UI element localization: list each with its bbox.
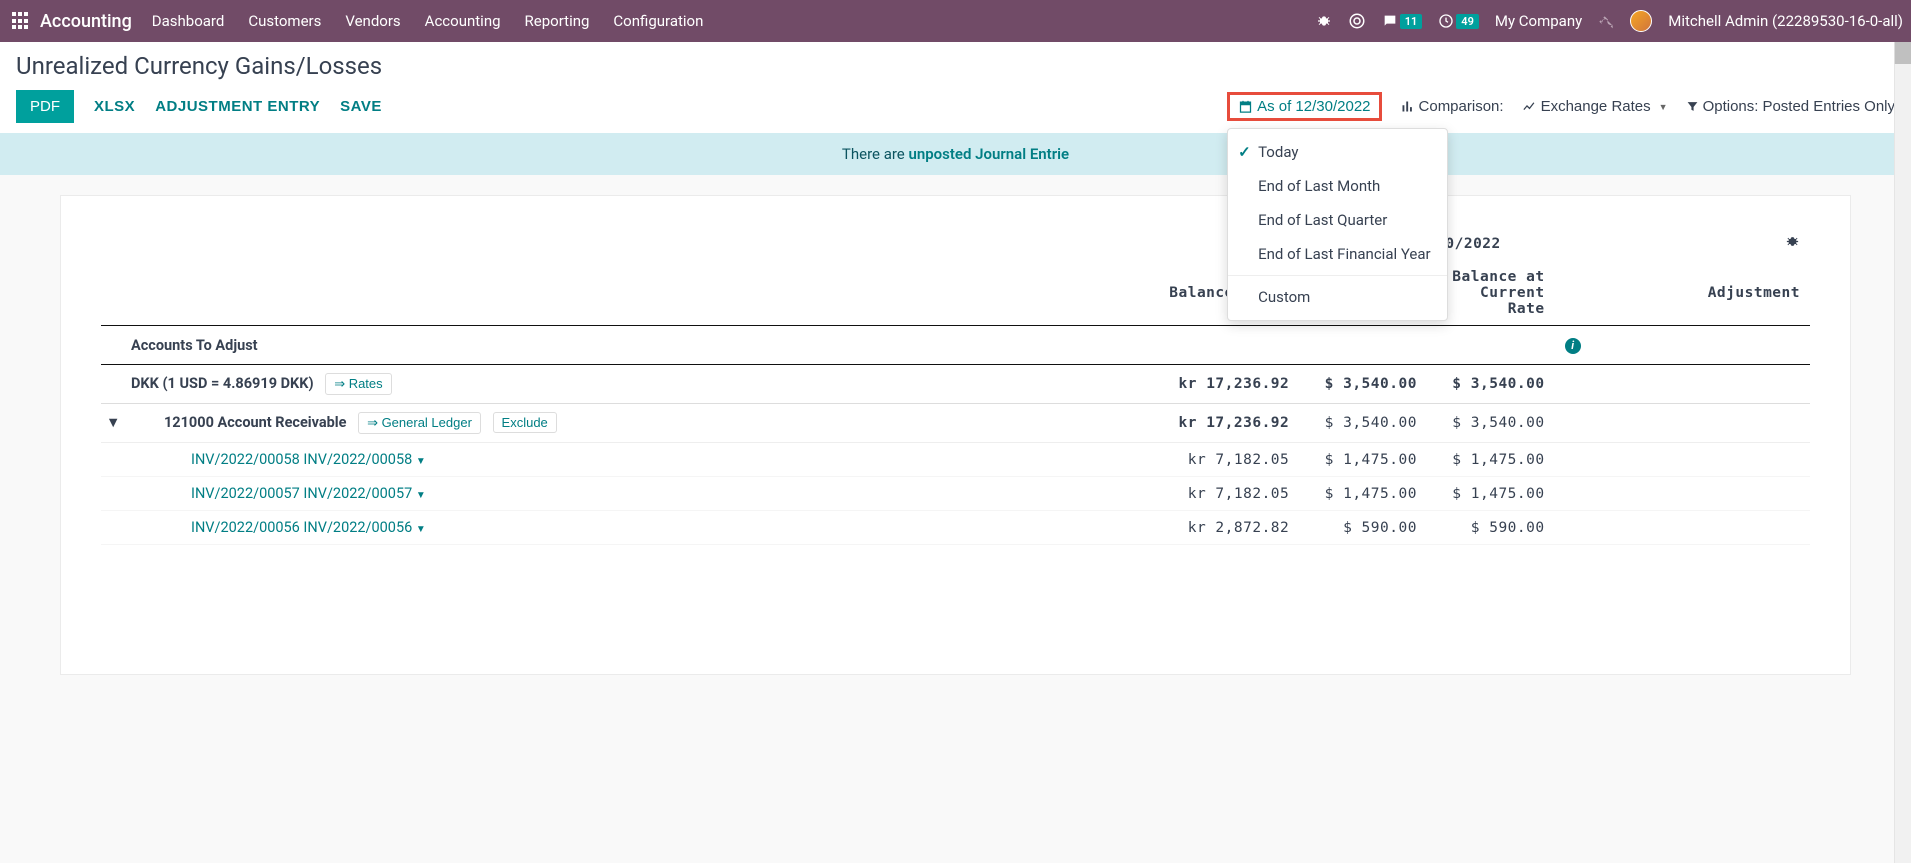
filter-icon xyxy=(1686,100,1699,113)
caret-down-icon[interactable]: ▼ xyxy=(416,456,426,467)
caret-down-icon[interactable]: ▼ xyxy=(416,524,426,535)
invoice-link[interactable]: INV/2022/00056 INV/2022/00056 xyxy=(191,519,412,536)
exchange-rates-label: Exchange Rates xyxy=(1541,98,1651,115)
activities-icon[interactable]: 49 xyxy=(1438,13,1479,29)
detail-balance-fc: kr 7,182.05 xyxy=(1044,443,1299,477)
banner-link[interactable]: unposted Journal Entrie xyxy=(908,145,1069,163)
exclude-button[interactable]: Exclude xyxy=(493,412,557,433)
date-dropdown: Today End of Last Month End of Last Quar… xyxy=(1227,128,1448,321)
nav-item-configuration[interactable]: Configuration xyxy=(613,12,703,30)
nav-menu: Dashboard Customers Vendors Accounting R… xyxy=(152,12,704,30)
rates-button[interactable]: ⇒ Rates xyxy=(325,373,391,395)
account-balance-fc: kr 17,236.92 xyxy=(1044,404,1299,443)
detail-op-rate: $ 1,475.00 xyxy=(1299,443,1427,477)
exchange-rates-filter[interactable]: Exchange Rates xyxy=(1522,98,1668,115)
account-curr-rate: $ 3,540.00 xyxy=(1427,404,1555,443)
toolbar: PDF XLSX ADJUSTMENT ENTRY SAVE As of 12/… xyxy=(16,90,1895,133)
section-accounts-to-adjust: Accounts To Adjust i xyxy=(101,326,1810,365)
nav-item-customers[interactable]: Customers xyxy=(248,12,321,30)
report-table: As of 12/30/2022 Balance in Fo eration R… xyxy=(101,226,1810,545)
dropdown-item-end-last-quarter[interactable]: End of Last Quarter xyxy=(1228,203,1447,237)
company-selector[interactable]: My Company xyxy=(1495,12,1582,30)
dropdown-separator xyxy=(1228,275,1447,276)
tools-icon[interactable] xyxy=(1598,13,1614,29)
as-of-filter[interactable]: As of 12/30/2022 xyxy=(1227,92,1381,121)
currency-op-rate: $ 3,540.00 xyxy=(1299,365,1427,404)
detail-op-rate: $ 590.00 xyxy=(1299,511,1427,545)
currency-label: DKK (1 USD = 4.86919 DKK) xyxy=(131,375,314,392)
line-chart-icon xyxy=(1522,99,1537,114)
bar-chart-icon xyxy=(1400,99,1415,114)
detail-balance-fc: kr 7,182.05 xyxy=(1044,477,1299,511)
scrollbar-thumb[interactable] xyxy=(1894,42,1911,64)
detail-row: INV/2022/00056 INV/2022/00056 ▼ kr 2,872… xyxy=(101,511,1810,545)
detail-balance-fc: kr 2,872.82 xyxy=(1044,511,1299,545)
detail-row: INV/2022/00058 INV/2022/00058 ▼ kr 7,182… xyxy=(101,443,1810,477)
invoice-link[interactable]: INV/2022/00057 INV/2022/00057 xyxy=(191,485,412,502)
support-icon[interactable] xyxy=(1348,12,1366,30)
account-label: 121000 Account Receivable xyxy=(164,414,346,431)
banner-prefix: There are xyxy=(842,145,909,163)
info-banner: There are unposted Journal Entrie xyxy=(0,133,1911,175)
debug-icon[interactable] xyxy=(1785,237,1800,253)
detail-row: INV/2022/00057 INV/2022/00057 ▼ kr 7,182… xyxy=(101,477,1810,511)
brand[interactable]: Accounting xyxy=(40,11,132,32)
user-menu[interactable]: Mitchell Admin (22289530-16-0-all) xyxy=(1668,12,1903,30)
col-adjustment: Adjustment xyxy=(1555,261,1810,326)
account-op-rate: $ 3,540.00 xyxy=(1299,404,1427,443)
info-icon[interactable]: i xyxy=(1565,338,1581,354)
nav-item-dashboard[interactable]: Dashboard xyxy=(152,12,225,30)
nav-item-vendors[interactable]: Vendors xyxy=(345,12,400,30)
detail-op-rate: $ 1,475.00 xyxy=(1299,477,1427,511)
currency-balance-fc: kr 17,236.92 xyxy=(1044,365,1299,404)
messages-badge: 11 xyxy=(1400,14,1423,29)
comparison-filter[interactable]: Comparison: xyxy=(1400,98,1504,115)
page-title: Unrealized Currency Gains/Losses xyxy=(16,52,1895,80)
nav-right: 11 49 My Company Mitchell Admin (2228953… xyxy=(1316,10,1903,32)
page-header: Unrealized Currency Gains/Losses PDF XLS… xyxy=(0,42,1911,133)
nav-item-accounting[interactable]: Accounting xyxy=(425,12,501,30)
detail-curr-rate: $ 1,475.00 xyxy=(1427,443,1555,477)
currency-curr-rate: $ 3,540.00 xyxy=(1427,365,1555,404)
detail-curr-rate: $ 1,475.00 xyxy=(1427,477,1555,511)
currency-row: DKK (1 USD = 4.86919 DKK) ⇒ Rates kr 17,… xyxy=(101,365,1810,404)
report: As of 12/30/2022 Balance in Fo eration R… xyxy=(60,195,1851,675)
xlsx-button[interactable]: XLSX xyxy=(94,98,135,115)
apps-icon[interactable] xyxy=(12,12,30,30)
avatar[interactable] xyxy=(1630,10,1652,32)
activities-badge: 49 xyxy=(1456,14,1479,29)
options-filter[interactable]: Options:Posted Entries Only xyxy=(1686,98,1895,115)
detail-curr-rate: $ 590.00 xyxy=(1427,511,1555,545)
save-button[interactable]: SAVE xyxy=(340,98,382,115)
pdf-button[interactable]: PDF xyxy=(16,90,74,123)
dropdown-item-end-last-fy[interactable]: End of Last Financial Year xyxy=(1228,237,1447,271)
adjustment-entry-button[interactable]: ADJUSTMENT ENTRY xyxy=(155,98,320,115)
invoice-link[interactable]: INV/2022/00058 INV/2022/00058 xyxy=(191,451,412,468)
comparison-label: Comparison: xyxy=(1419,98,1504,115)
as-of-label: As of 12/30/2022 xyxy=(1257,98,1370,115)
toolbar-right: As of 12/30/2022 Today End of Last Month… xyxy=(1227,92,1895,121)
nav-item-reporting[interactable]: Reporting xyxy=(525,12,590,30)
caret-down-icon[interactable]: ▼ xyxy=(416,490,426,501)
general-ledger-button[interactable]: ⇒ General Ledger xyxy=(358,412,481,434)
top-nav: Accounting Dashboard Customers Vendors A… xyxy=(0,0,1911,42)
options-label: Options: xyxy=(1703,98,1759,115)
scrollbar-track[interactable] xyxy=(1894,64,1911,863)
expand-caret-icon[interactable]: ▼ xyxy=(106,414,120,431)
options-value: Posted Entries Only xyxy=(1762,98,1895,115)
dropdown-item-custom[interactable]: Custom xyxy=(1228,280,1447,314)
dropdown-item-end-last-month[interactable]: End of Last Month xyxy=(1228,169,1447,203)
account-row: ▼ 121000 Account Receivable ⇒ General Le… xyxy=(101,404,1810,443)
messages-icon[interactable]: 11 xyxy=(1382,13,1423,29)
report-wrap: As of 12/30/2022 Balance in Fo eration R… xyxy=(0,175,1911,695)
dropdown-item-today[interactable]: Today xyxy=(1228,135,1447,169)
bug-icon[interactable] xyxy=(1316,13,1332,29)
calendar-icon xyxy=(1238,99,1253,114)
